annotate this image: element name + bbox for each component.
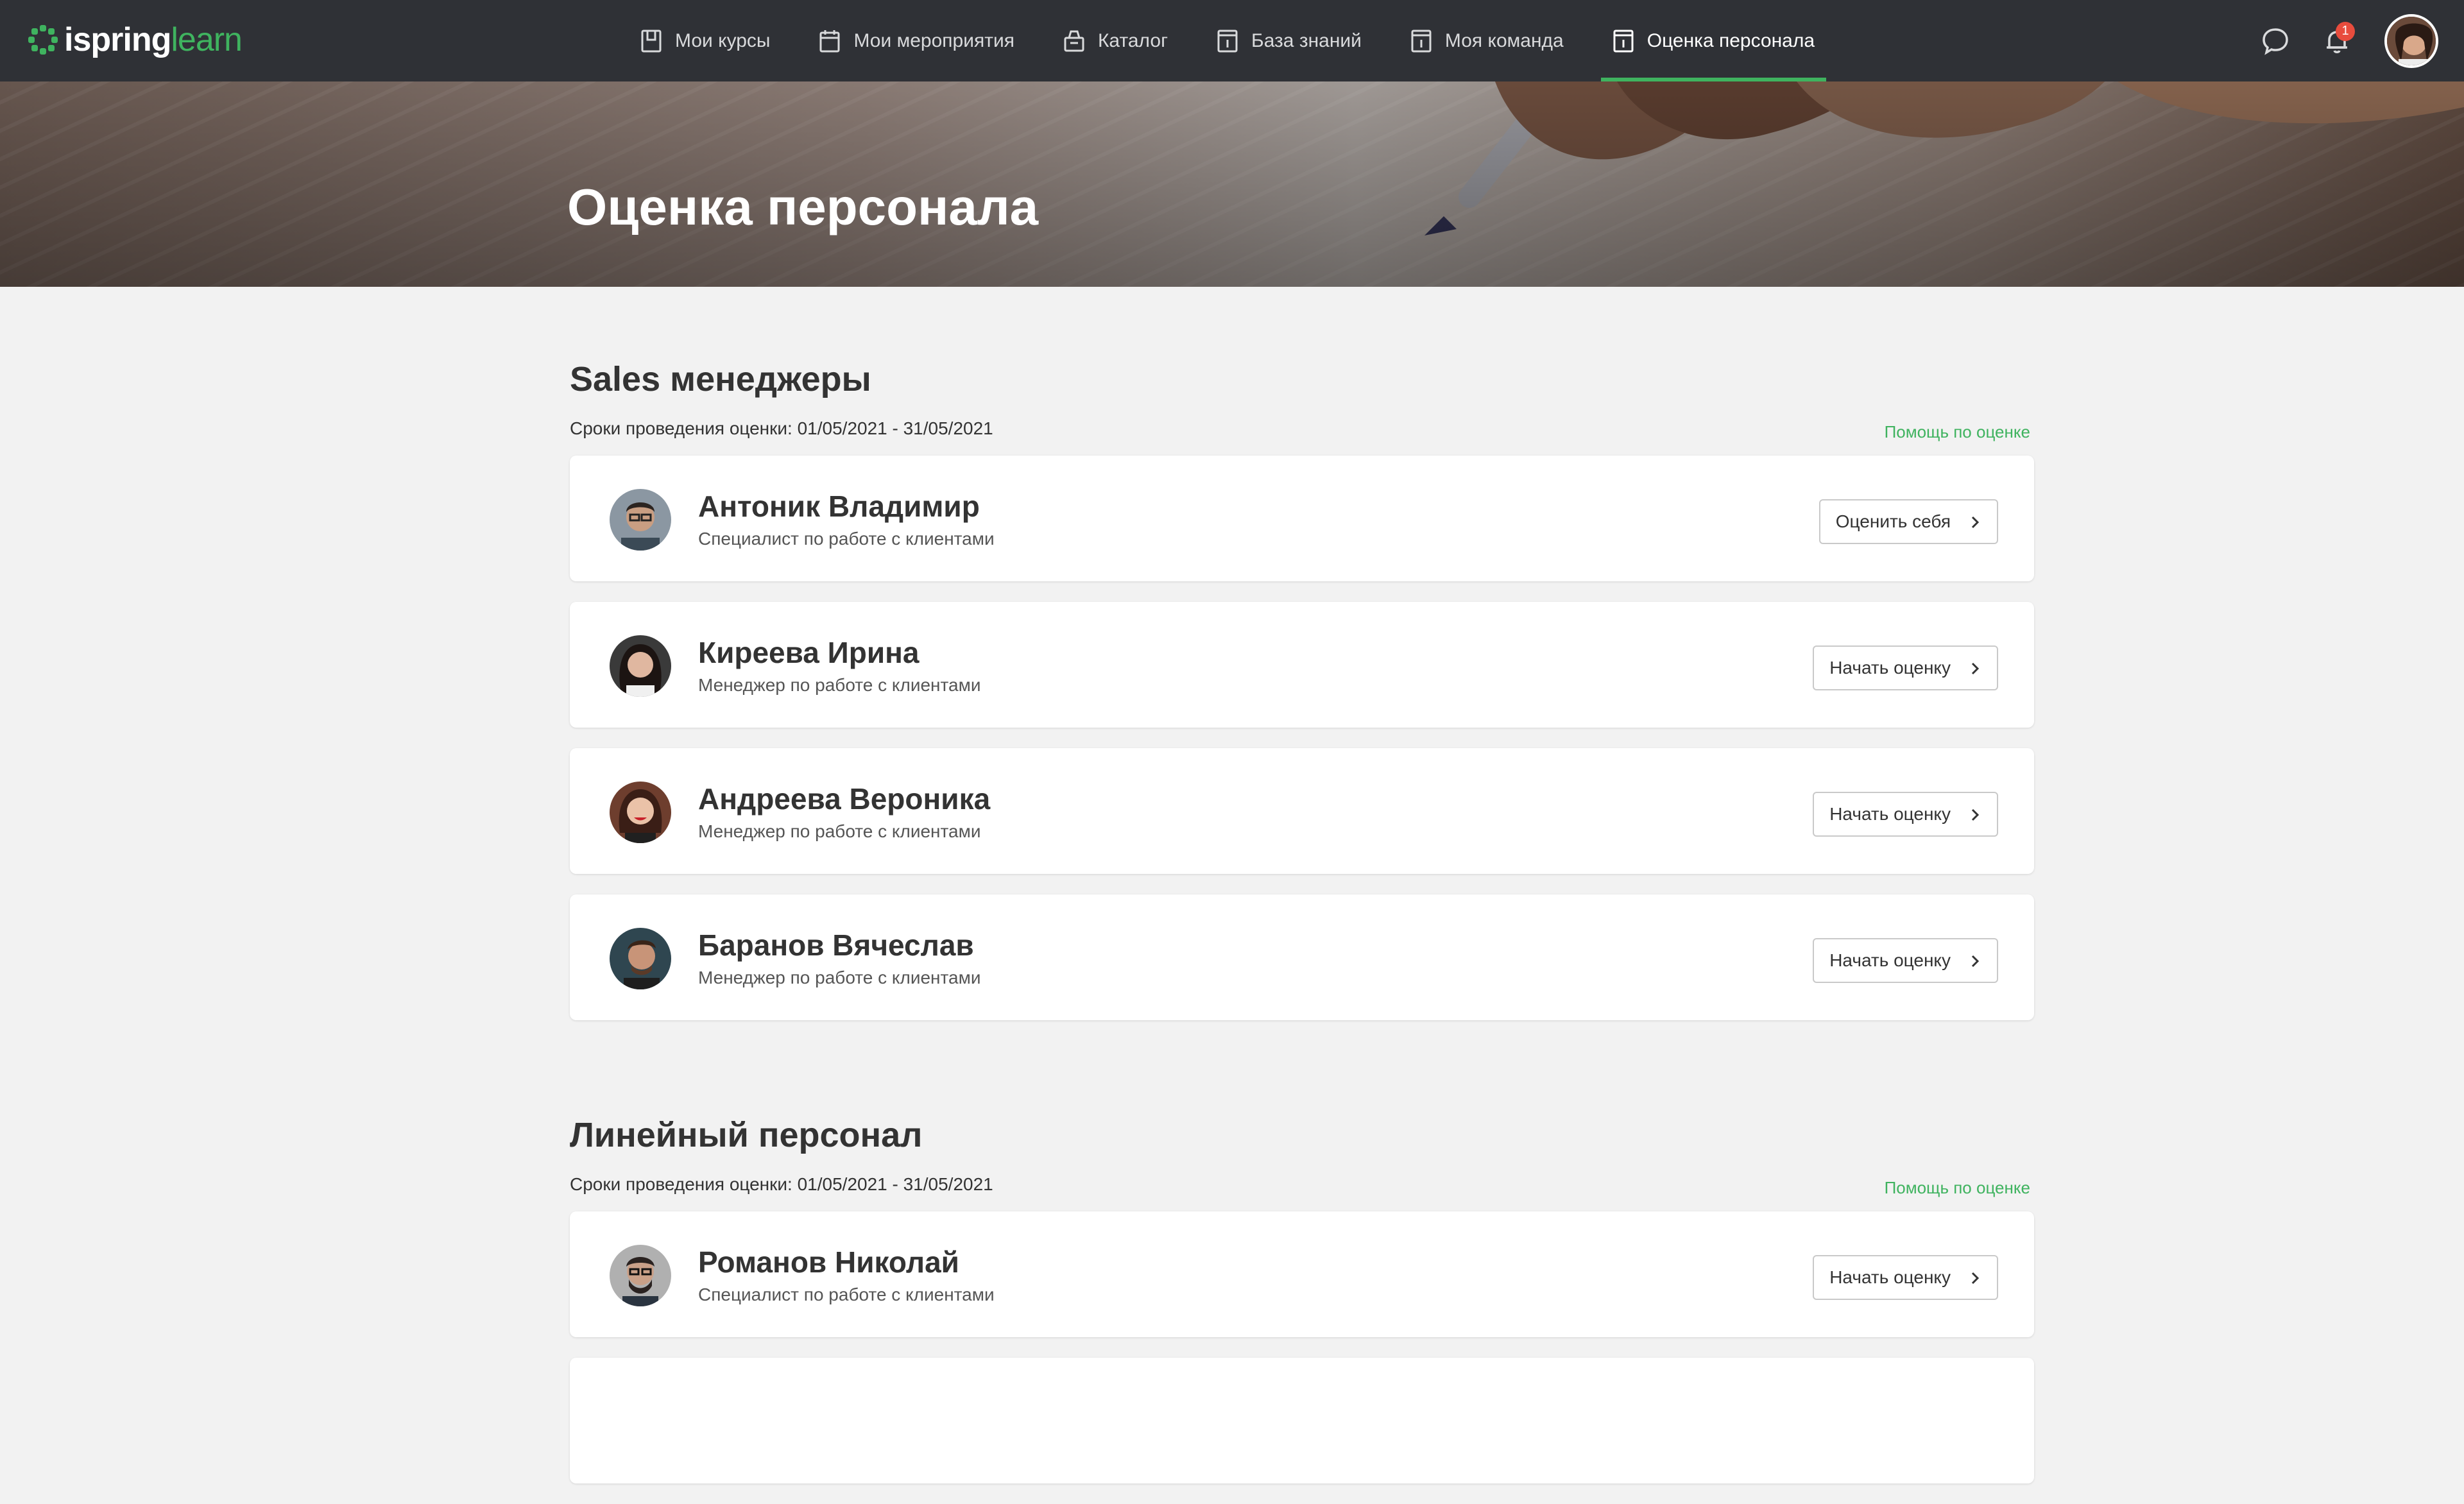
employee-avatar (610, 489, 671, 551)
button-label: Оценить себя (1835, 511, 1951, 531)
employee-role: Менеджер по работе с клиентами (698, 821, 981, 841)
employee-photo (610, 928, 671, 989)
employee-avatar (610, 635, 671, 697)
button-label: Начать оценку (1829, 1267, 1951, 1287)
nav-item-my-events[interactable]: Мои мероприятия (807, 0, 1025, 81)
user-avatar-image (2387, 16, 2436, 65)
main-nav: Мои курсы Мои мероприятия Каталог База з… (629, 0, 1852, 81)
assessment-section-line-staff: Линейный персонал Сроки проведения оценк… (570, 1115, 2034, 1483)
nav-item-label: Каталог (1097, 30, 1168, 51)
info-doc-icon (1217, 30, 1238, 52)
employee-photo (610, 1245, 671, 1306)
notification-count-badge: 1 (2336, 21, 2355, 41)
employee-avatar (610, 782, 671, 843)
employee-card: Баранов Вячеслав Менеджер по работе с кл… (570, 894, 2034, 1020)
hero-banner: Оценка персонала (0, 81, 2464, 287)
info-doc-icon (1411, 30, 1432, 52)
employee-card: Киреева Ирина Менеджер по работе с клиен… (570, 602, 2034, 728)
employee-role: Менеджер по работе с клиентами (698, 675, 981, 695)
page-title: Оценка персонала (567, 178, 1039, 235)
nav-item-staff-assessment[interactable]: Оценка персонала (1600, 0, 1827, 81)
hero-overlay (0, 81, 2464, 287)
nav-item-label: Мои курсы (675, 30, 771, 51)
employee-avatar (610, 928, 671, 989)
section-meta: Сроки проведения оценки: 01/05/2021 - 31… (570, 413, 2034, 442)
employee-card: Антоник Владимир Специалист по работе с … (570, 456, 2034, 581)
nav-item-knowledge-base[interactable]: База знаний (1205, 0, 1373, 81)
employee-card: Андреева Вероника Менеджер по работе с к… (570, 748, 2034, 874)
employee-avatar (610, 1245, 671, 1306)
nav-item-catalog[interactable]: Каталог (1052, 0, 1179, 81)
employee-card: Романов Николай Специалист по работе с к… (570, 1211, 2034, 1337)
button-label: Начать оценку (1829, 804, 1951, 824)
assessment-dates: Сроки проведения оценки: 01/05/2021 - 31… (570, 418, 993, 438)
start-assessment-button[interactable]: Начать оценку (1813, 938, 1998, 983)
chat-button[interactable] (2256, 22, 2295, 60)
employee-role: Менеджер по работе с клиентами (698, 968, 981, 987)
start-assessment-button[interactable]: Начать оценку (1813, 645, 1998, 690)
section-meta: Сроки проведения оценки: 01/05/2021 - 31… (570, 1169, 2034, 1198)
assessment-dates: Сроки проведения оценки: 01/05/2021 - 31… (570, 1174, 993, 1194)
nav-item-label: Моя команда (1444, 30, 1564, 51)
chevron-right-icon (1971, 1272, 1980, 1285)
logo-mark-icon (28, 25, 58, 55)
employee-card-partial (570, 1358, 2034, 1483)
chevron-right-icon (1971, 808, 1980, 821)
logo-text-primary: ispring (64, 21, 171, 58)
employee-name: Киреева Ирина (698, 636, 920, 669)
logo-text: ispringlearn (64, 21, 243, 59)
nav-item-label: База знаний (1251, 30, 1362, 51)
user-avatar[interactable] (2384, 13, 2438, 68)
button-label: Начать оценку (1829, 658, 1951, 678)
nav-item-my-courses[interactable]: Мои курсы (629, 0, 782, 81)
book-icon (641, 30, 662, 52)
calendar-icon (819, 30, 840, 52)
header-actions: 1 (2233, 0, 2438, 81)
section-title: Линейный персонал (570, 1116, 923, 1154)
nav-item-label: Мои мероприятия (853, 30, 1014, 51)
info-doc-icon (1613, 30, 1634, 52)
assessment-help-link[interactable]: Помощь по оценке (1885, 422, 2030, 442)
section-title: Sales менеджеры (570, 360, 871, 398)
chat-bubble-icon (2263, 28, 2288, 55)
employee-role: Специалист по работе с клиентами (698, 529, 995, 549)
notifications-button[interactable]: 1 (2318, 21, 2356, 60)
nav-item-my-team[interactable]: Моя команда (1399, 0, 1575, 81)
button-label: Начать оценку (1829, 950, 1951, 970)
chevron-right-icon (1971, 662, 1980, 675)
top-navigation-bar: ispringlearn Мои курсы Мои мероприятия К… (0, 0, 2464, 81)
assessment-help-link[interactable]: Помощь по оценке (1885, 1178, 2030, 1198)
start-assessment-button[interactable]: Начать оценку (1813, 1255, 1998, 1300)
assessment-list: Sales менеджеры Сроки проведения оценки:… (570, 359, 2034, 1504)
employee-name: Романов Николай (698, 1245, 959, 1279)
employee-role: Специалист по работе с клиентами (698, 1285, 995, 1304)
employee-photo (610, 635, 671, 697)
start-assessment-button[interactable]: Начать оценку (1813, 792, 1998, 837)
chevron-right-icon (1971, 516, 1980, 529)
logo-text-secondary: learn (171, 21, 243, 58)
assessment-section-sales: Sales менеджеры Сроки проведения оценки:… (570, 359, 2034, 1020)
employee-photo (610, 782, 671, 843)
basket-icon (1064, 30, 1084, 51)
employee-photo (610, 489, 671, 551)
employee-name: Баранов Вячеслав (698, 928, 974, 962)
ispring-learn-logo[interactable]: ispringlearn (28, 19, 243, 60)
employee-name: Андреева Вероника (698, 782, 991, 816)
nav-item-label: Оценка персонала (1647, 30, 1815, 51)
chevron-right-icon (1971, 955, 1980, 968)
employee-name: Антоник Владимир (698, 490, 980, 523)
self-assess-button[interactable]: Оценить себя (1818, 499, 1998, 544)
